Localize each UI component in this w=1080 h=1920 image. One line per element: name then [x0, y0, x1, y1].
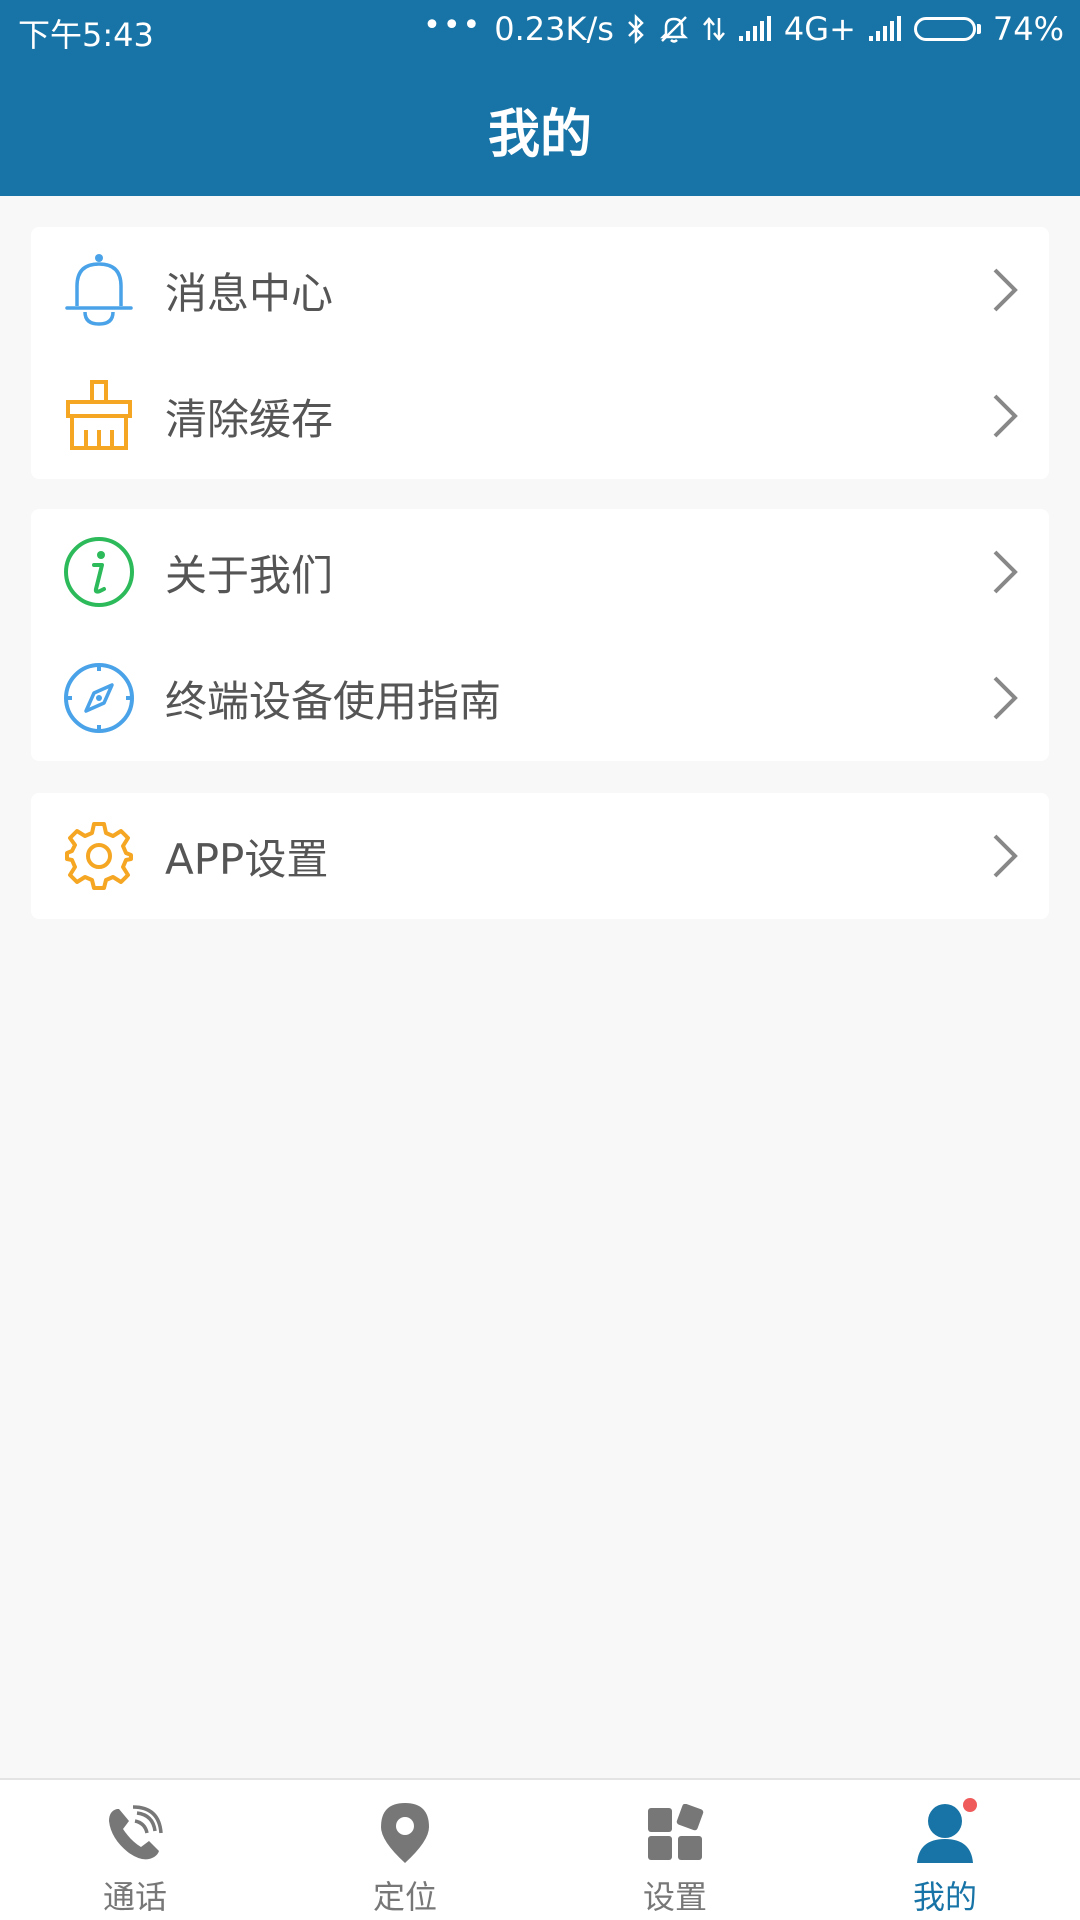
phone-icon — [100, 1798, 170, 1868]
status-time: 下午5:43 — [18, 16, 154, 54]
chevron-right-icon — [985, 668, 1025, 728]
nav-label: 定位 — [372, 1878, 437, 1916]
battery-icon — [913, 17, 981, 41]
network-type: 4G+ — [783, 10, 856, 48]
chevron-right-icon — [985, 826, 1025, 886]
chevron-right-icon — [985, 542, 1025, 602]
data-arrows-icon — [702, 14, 726, 44]
status-icons: ••• 0.23K/s 4G+ 74% — [423, 10, 1064, 48]
menu-item-label: APP设置 — [165, 834, 329, 884]
compass-icon — [61, 660, 137, 736]
header: 我的 — [0, 62, 1080, 196]
menu-item-device-guide[interactable]: 终端设备使用指南 — [31, 635, 1049, 761]
notification-badge-dot — [963, 1798, 977, 1812]
battery-percent: 74% — [992, 10, 1064, 48]
mute-icon — [658, 14, 690, 44]
status-bar: 下午5:43 ••• 0.23K/s 4G+ 74% — [0, 0, 1080, 62]
gear-icon — [61, 818, 137, 894]
nav-tab-mine[interactable]: 我的 — [810, 1780, 1080, 1920]
menu-item-app-settings[interactable]: APP设置 — [31, 793, 1049, 919]
net-speed: 0.23K/s — [494, 10, 614, 48]
menu-card-about: 关于我们 终端设备使用指南 — [31, 509, 1049, 761]
menu-item-label: 清除缓存 — [165, 394, 334, 444]
bottom-nav: 通话 定位 设置 我的 — [0, 1778, 1080, 1920]
broom-icon — [61, 378, 137, 454]
bluetooth-icon — [626, 14, 646, 44]
menu-item-about-us[interactable]: 关于我们 — [31, 509, 1049, 635]
bell-icon — [61, 252, 137, 328]
nav-tab-call[interactable]: 通话 — [0, 1780, 270, 1920]
page-title: 我的 — [487, 104, 592, 165]
nav-tab-location[interactable]: 定位 — [270, 1780, 540, 1920]
info-icon — [61, 534, 137, 610]
signal-icon — [868, 16, 902, 42]
nav-label: 设置 — [642, 1878, 707, 1916]
menu-item-label: 关于我们 — [165, 550, 334, 600]
grid-icon — [640, 1798, 710, 1868]
chevron-right-icon — [985, 260, 1025, 320]
nav-label: 通话 — [102, 1878, 167, 1916]
menu-item-label: 消息中心 — [165, 268, 334, 318]
more-dots: ••• — [423, 8, 483, 43]
menu-item-clear-cache[interactable]: 清除缓存 — [31, 353, 1049, 479]
menu-card-notifications: 消息中心 清除缓存 — [31, 227, 1049, 479]
signal-icon — [738, 16, 772, 42]
chevron-right-icon — [985, 386, 1025, 446]
nav-tab-settings[interactable]: 设置 — [540, 1780, 810, 1920]
nav-label: 我的 — [912, 1878, 977, 1916]
menu-card-settings: APP设置 — [31, 793, 1049, 919]
menu-item-label: 终端设备使用指南 — [165, 676, 502, 726]
menu-item-message-center[interactable]: 消息中心 — [31, 227, 1049, 353]
location-pin-icon — [370, 1798, 440, 1868]
